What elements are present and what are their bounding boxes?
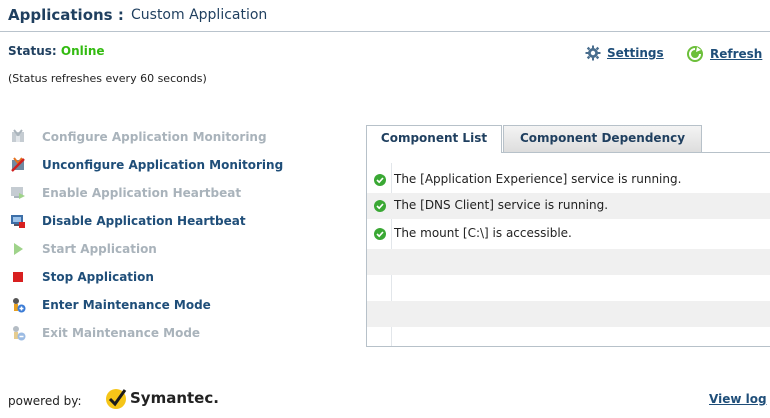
- status-value: Online: [60, 44, 105, 58]
- list-item: The [DNS Client] service is running.: [367, 193, 770, 219]
- powered-by-label: powered by:: [8, 394, 82, 408]
- enter-maintenance-label[interactable]: Enter Maintenance Mode: [42, 298, 211, 312]
- symantec-check-icon: [106, 389, 127, 409]
- start-application-label[interactable]: Start Application: [42, 242, 157, 256]
- page-subtitle: Custom Application: [131, 7, 268, 23]
- status-refresh-note: (Status refreshes every 60 seconds): [8, 72, 207, 85]
- check-icon: [374, 228, 386, 240]
- component-status-text: The mount [C:\] is accessible.: [394, 226, 572, 240]
- disable-heartbeat-action[interactable]: Disable Application Heartbeat: [10, 211, 246, 231]
- list-item-empty: [367, 301, 770, 327]
- status-line: Status: Online: [8, 44, 105, 58]
- stop-application-label[interactable]: Stop Application: [42, 270, 154, 284]
- exit-maintenance-label[interactable]: Exit Maintenance Mode: [42, 326, 200, 340]
- exit-maintenance-action[interactable]: Exit Maintenance Mode: [10, 323, 200, 343]
- tab-component-dependency[interactable]: Component Dependency: [503, 125, 702, 152]
- title-bar: Applications : Custom Application: [0, 0, 770, 32]
- check-icon: [374, 200, 386, 212]
- heartbeat-enable-icon: [10, 185, 26, 201]
- list-item-empty: [367, 249, 770, 275]
- enable-heartbeat-label[interactable]: Enable Application Heartbeat: [42, 186, 241, 200]
- refresh-icon: [687, 46, 703, 62]
- start-application-action[interactable]: Start Application: [10, 239, 157, 259]
- configure-monitoring-action[interactable]: Configure Application Monitoring: [10, 127, 267, 147]
- play-icon: [10, 241, 26, 257]
- list-item: The [Application Experience] service is …: [367, 167, 770, 193]
- settings-label[interactable]: Settings: [607, 46, 664, 60]
- list-item-empty: [367, 275, 770, 301]
- configure-monitoring-label[interactable]: Configure Application Monitoring: [42, 130, 267, 144]
- unconfigure-monitoring-label[interactable]: Unconfigure Application Monitoring: [42, 158, 283, 172]
- maintenance-enter-icon: [10, 297, 26, 313]
- refresh-link[interactable]: Refresh: [686, 45, 762, 63]
- tab-component-list[interactable]: Component List: [366, 125, 502, 153]
- maintenance-exit-icon: [10, 325, 26, 341]
- check-icon: [374, 174, 386, 186]
- view-log-link[interactable]: View log: [709, 392, 767, 406]
- enter-maintenance-action[interactable]: Enter Maintenance Mode: [10, 295, 211, 315]
- status-label: Status:: [8, 44, 57, 58]
- gear-icon: [585, 45, 601, 61]
- page-title: Applications :: [8, 6, 124, 24]
- stop-application-action[interactable]: Stop Application: [10, 267, 154, 287]
- unconfigure-icon: [10, 157, 26, 173]
- refresh-label[interactable]: Refresh: [710, 47, 762, 61]
- component-status-text: The [Application Experience] service is …: [394, 172, 682, 186]
- settings-link[interactable]: Settings: [585, 45, 664, 61]
- disable-heartbeat-label[interactable]: Disable Application Heartbeat: [42, 214, 246, 228]
- component-list-panel: The [Application Experience] service is …: [366, 152, 770, 347]
- unconfigure-monitoring-action[interactable]: Unconfigure Application Monitoring: [10, 155, 283, 175]
- symantec-logo: Symantec.: [104, 386, 219, 410]
- component-status-text: The [DNS Client] service is running.: [394, 198, 609, 212]
- stop-icon: [10, 269, 26, 285]
- enable-heartbeat-action[interactable]: Enable Application Heartbeat: [10, 183, 241, 203]
- symantec-wordmark: Symantec.: [130, 389, 219, 407]
- list-item: The mount [C:\] is accessible.: [367, 221, 770, 247]
- configure-icon: [10, 129, 26, 145]
- heartbeat-disable-icon: [10, 213, 26, 229]
